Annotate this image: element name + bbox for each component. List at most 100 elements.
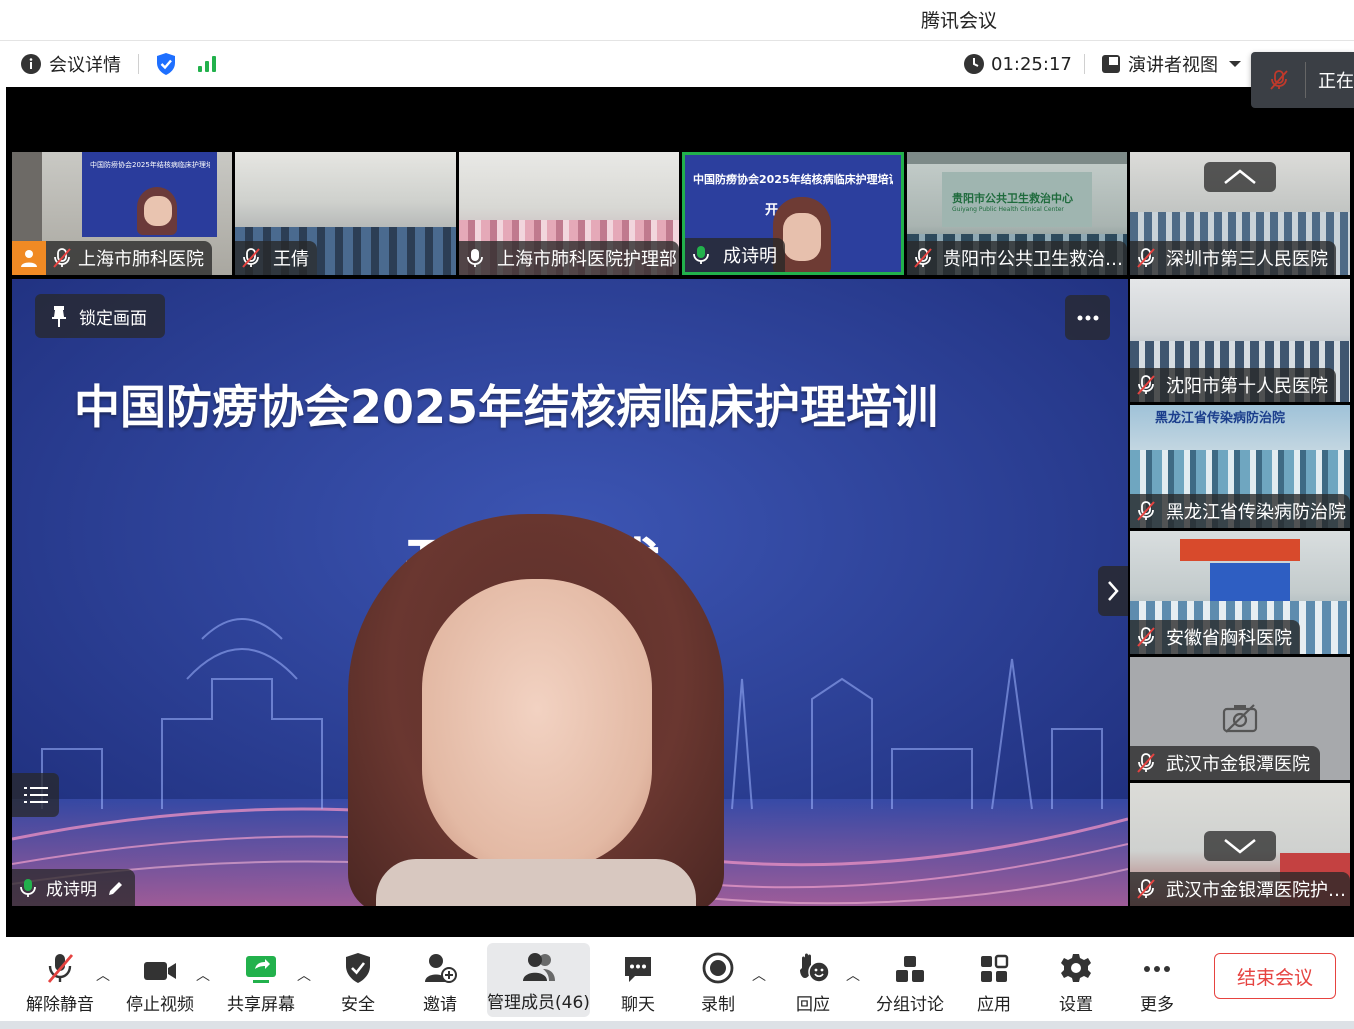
camera-off-icon <box>1222 704 1258 733</box>
mic-off-icon <box>53 248 71 268</box>
record-label: 录制 <box>701 995 735 1015</box>
participant-name: 黑龙江省传染病防治院 <box>1166 502 1346 523</box>
record-icon <box>702 952 734 984</box>
tile-label: 武汉市金银潭医院 <box>1130 746 1320 780</box>
manage-members-label: 管理成员(46) <box>487 993 590 1013</box>
audio-options-caret[interactable]: ︿ <box>96 965 110 985</box>
taskbar-strip <box>0 1021 1354 1029</box>
ellipsis-icon <box>1077 315 1098 320</box>
apps-label: 应用 <box>977 995 1011 1015</box>
video-tile[interactable]: 黑龙江省传染病防治院 黑龙江省传染病防治院 <box>1130 405 1350 528</box>
view-mode-dropdown[interactable]: 演讲者视图 <box>1101 41 1242 87</box>
title-bar: 腾讯会议 <box>0 0 1354 40</box>
meeting-toolbar: 解除静音 ︿ 停止视频 ︿ 共享屏幕 ︿ 安全 邀请 管理成员(46) 聊天 录… <box>0 937 1354 1029</box>
more-label: 更多 <box>1140 995 1174 1015</box>
apps-grid-icon <box>981 954 1009 982</box>
chat-button[interactable]: 聊天 <box>610 945 666 1015</box>
speaker-face <box>422 579 652 869</box>
list-view-button[interactable] <box>12 773 59 817</box>
share-options-caret[interactable]: ︿ <box>297 965 311 985</box>
tile-label: 上海市肺科医院护理部 <box>459 241 679 275</box>
layout-icon <box>1102 55 1120 73</box>
members-icon <box>522 953 555 981</box>
settings-button[interactable]: 设置 <box>1048 945 1104 1015</box>
participant-name: 上海市肺科医院 <box>78 249 204 270</box>
video-tile[interactable]: 中国防痨协会2025年结核病临床护理培训 上海市肺科医院 <box>12 152 232 275</box>
tile-label: 黑龙江省传染病防治院 <box>1130 494 1350 528</box>
video-tile[interactable]: 王倩 <box>235 152 456 275</box>
mic-off-icon <box>1270 70 1288 90</box>
more-options-button[interactable] <box>1065 295 1110 340</box>
video-tile[interactable]: 沈阳市第十人民医院 <box>1130 279 1350 402</box>
mic-icon <box>467 249 483 267</box>
lock-view-button[interactable]: 锁定画面 <box>35 294 165 338</box>
mic-off-icon <box>1137 248 1155 268</box>
stop-video-label: 停止视频 <box>126 995 194 1015</box>
participant-name: 成诗明 <box>723 246 777 267</box>
video-tile-active-speaker[interactable]: 中国防痨协会2025年结核病临床护理培训 开 式 成诗明 <box>682 152 904 275</box>
reactions-options-caret[interactable]: ︿ <box>846 965 860 985</box>
settings-label: 设置 <box>1059 995 1093 1015</box>
video-camera-icon <box>144 962 176 980</box>
mic-off-icon <box>47 954 74 983</box>
unmute-button[interactable]: 解除静音 <box>20 945 100 1015</box>
separator <box>1084 54 1085 74</box>
add-user-icon <box>425 954 457 983</box>
video-tile[interactable]: 深圳市第三人民医院 <box>1130 152 1350 275</box>
manage-members-button[interactable]: 管理成员(46) <box>487 943 590 1017</box>
breakout-rooms-label: 分组讨论 <box>876 995 944 1015</box>
mic-off-icon <box>242 248 260 268</box>
tile-label: 武汉市金银潭医院护… <box>1130 872 1350 906</box>
share-screen-button[interactable]: 共享屏幕 <box>222 945 300 1015</box>
video-tile[interactable]: 上海市肺科医院护理部 <box>459 152 679 275</box>
meeting-details-button[interactable]: 会议详情 <box>20 41 121 87</box>
record-button[interactable]: 录制 <box>690 945 746 1015</box>
app-title: 腾讯会议 <box>921 10 998 32</box>
video-tile[interactable]: 武汉市金银潭医院护… <box>1130 783 1350 906</box>
network-signal[interactable] <box>196 41 218 87</box>
video-options-caret[interactable]: ︿ <box>196 965 210 985</box>
tile-label: 王倩 <box>235 241 317 275</box>
tile-label: 安徽省胸科医院 <box>1130 620 1300 654</box>
end-meeting-button[interactable]: 结束会议 <box>1214 953 1336 999</box>
chat-label: 聊天 <box>621 995 655 1015</box>
speaker-name-tag: 成诗明 <box>12 869 135 906</box>
list-icon <box>23 787 48 803</box>
next-page-button[interactable] <box>1098 566 1128 616</box>
more-button[interactable]: 更多 <box>1129 945 1185 1015</box>
video-tile[interactable]: 贵阳市公共卫生救治中心 Guiyang Public Health Clinic… <box>907 152 1127 275</box>
tile-label: 沈阳市第十人民医院 <box>1130 368 1336 402</box>
scroll-down-button[interactable] <box>1204 831 1276 861</box>
tile-label: 深圳市第三人民医院 <box>1130 241 1336 275</box>
lock-view-label: 锁定画面 <box>79 308 147 329</box>
mic-active-icon <box>693 246 709 264</box>
hand-emoji-icon <box>800 953 830 983</box>
edit-pencil-icon[interactable] <box>107 879 125 897</box>
slide-title: 中国防痨协会2025年结核病临床护理培训 <box>74 380 939 434</box>
main-speaker-video[interactable]: 中国防痨协会2025年结核病临床护理培训 开 式 锁定画面 成诗明 <box>12 279 1128 906</box>
participant-name: 武汉市金银潭医院护… <box>1166 880 1346 901</box>
mic-off-icon <box>1137 879 1155 899</box>
timer-text: 01:25:17 <box>991 53 1072 75</box>
scroll-up-button[interactable] <box>1204 162 1276 192</box>
tile-label: 成诗明 <box>685 238 785 272</box>
share-screen-icon <box>246 956 276 983</box>
apps-button[interactable]: 应用 <box>966 945 1022 1015</box>
stop-video-button[interactable]: 停止视频 <box>120 945 200 1015</box>
participant-name: 沈阳市第十人民医院 <box>1166 376 1328 397</box>
reactions-button[interactable]: 回应 <box>785 945 841 1015</box>
view-mode-label: 演讲者视图 <box>1128 55 1218 76</box>
security-button[interactable]: 安全 <box>330 945 386 1015</box>
invite-button[interactable]: 邀请 <box>412 945 468 1015</box>
participant-name: 安徽省胸科医院 <box>1166 628 1292 649</box>
video-tile[interactable]: 安徽省胸科医院 <box>1130 531 1350 654</box>
video-tile-camera-off[interactable]: 武汉市金银潭医院 <box>1130 657 1350 780</box>
host-badge-icon <box>12 241 46 275</box>
breakout-rooms-button[interactable]: 分组讨论 <box>872 945 948 1015</box>
record-options-caret[interactable]: ︿ <box>752 965 766 985</box>
security-status-button[interactable] <box>155 41 177 87</box>
speaking-label: 正在 <box>1318 71 1354 92</box>
wall-sign-text-en: Guiyang Public Health Clinical Center <box>952 206 1064 213</box>
info-icon <box>21 54 41 74</box>
participant-name: 深圳市第三人民医院 <box>1166 249 1328 270</box>
